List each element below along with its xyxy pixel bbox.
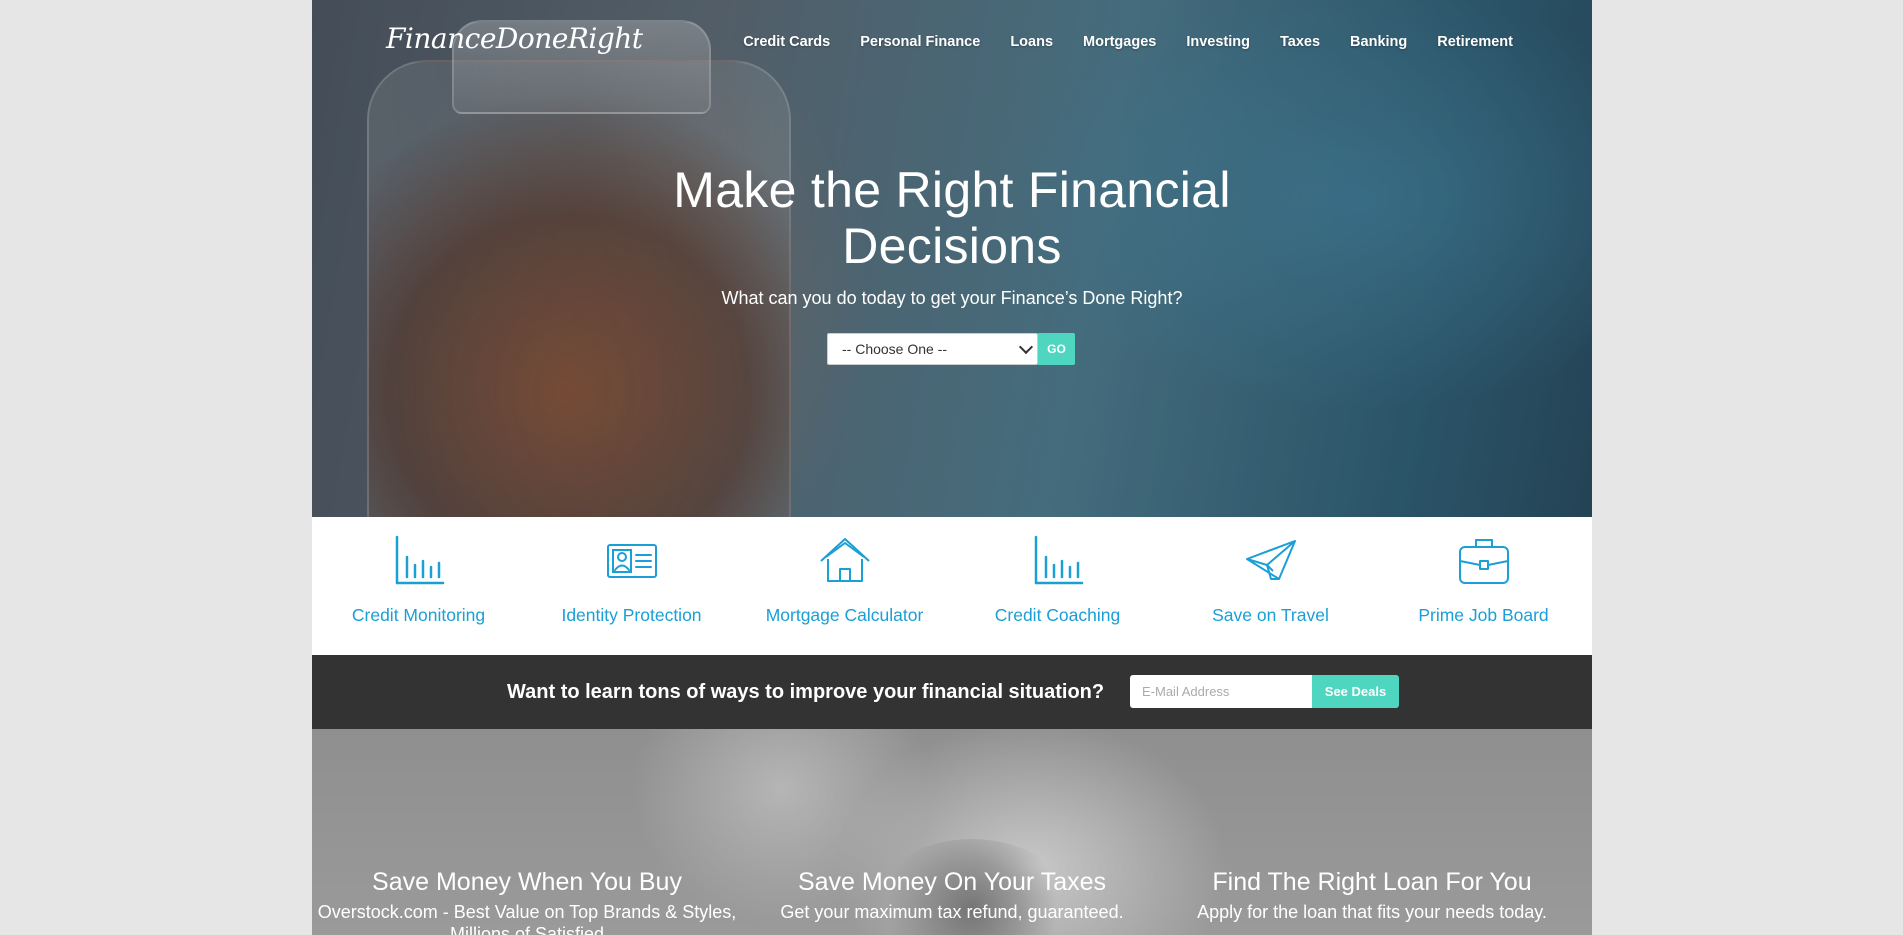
feature-label: Credit Monitoring (351, 605, 486, 625)
goal-select[interactable]: -- Choose One -- (827, 333, 1038, 365)
feature-label: Save on Travel (1212, 605, 1329, 625)
nav-item-retirement[interactable]: Retirement (1422, 34, 1528, 50)
id-card-icon (607, 544, 657, 578)
feature-label: Identity Protection (561, 605, 702, 625)
nav-item-banking[interactable]: Banking (1335, 34, 1422, 50)
site-logo[interactable]: FinanceDoneRight (386, 22, 643, 55)
promos-section: Save Money When You Buy Overstock.com - … (312, 729, 1592, 935)
promo-save-when-you-buy: Save Money When You Buy Overstock.com - … (317, 867, 737, 935)
feature-mortgage-calculator[interactable]: Mortgage Calculator (738, 517, 951, 655)
hero-section: FinanceDoneRight Credit Cards Personal F… (312, 0, 1592, 517)
nav-item-mortgages[interactable]: Mortgages (1068, 34, 1171, 50)
house-icon (820, 538, 870, 582)
promo-title[interactable]: Save Money When You Buy (317, 867, 737, 897)
promo-find-right-loan: Find The Right Loan For You Apply for th… (1162, 867, 1582, 923)
paper-plane-icon (1246, 540, 1296, 580)
feature-credit-coaching[interactable]: Credit Coaching (951, 517, 1164, 655)
nav-item-taxes[interactable]: Taxes (1265, 34, 1335, 50)
feature-label: Credit Coaching (994, 605, 1121, 625)
nav-item-personal-finance[interactable]: Personal Finance (845, 34, 995, 50)
promo-text: Overstock.com - Best Value on Top Brands… (317, 902, 737, 935)
nav-item-loans[interactable]: Loans (995, 34, 1068, 50)
page: FinanceDoneRight Credit Cards Personal F… (312, 0, 1592, 935)
nav-item-credit-cards[interactable]: Credit Cards (728, 34, 845, 50)
see-deals-button[interactable]: See Deals (1312, 675, 1399, 708)
hero-subtitle: What can you do today to get your Financ… (721, 288, 1183, 308)
hero-title: Make the Right Financial Decisions (673, 162, 1231, 274)
chevron-down-icon (1018, 339, 1034, 355)
feature-label: Mortgage Calculator (765, 605, 924, 625)
promo-title[interactable]: Find The Right Loan For You (1162, 867, 1582, 897)
feature-label: Prime Job Board (1418, 605, 1549, 625)
bar-chart-icon (395, 535, 445, 585)
newsletter-band: Want to learn tons of ways to improve yo… (312, 655, 1592, 730)
promo-text: Apply for the loan that fits your needs … (1197, 902, 1547, 922)
features-row: Credit Monitoring Identity Protection Mo… (312, 517, 1592, 655)
promo-text: Get your maximum tax refund, guaranteed. (780, 902, 1124, 922)
nav-item-investing[interactable]: Investing (1171, 34, 1265, 50)
promo-title[interactable]: Save Money On Your Taxes (742, 867, 1162, 897)
hero-goal-form: -- Choose One -- GO (827, 333, 1075, 365)
main-nav: Credit Cards Personal Finance Loans Mort… (728, 34, 1528, 50)
goal-select-value: -- Choose One -- (842, 341, 948, 357)
feature-save-on-travel[interactable]: Save on Travel (1164, 517, 1377, 655)
briefcase-icon (1459, 539, 1509, 584)
bar-chart-icon (1034, 535, 1084, 585)
feature-credit-monitoring[interactable]: Credit Monitoring (312, 517, 525, 655)
feature-prime-job-board[interactable]: Prime Job Board (1377, 517, 1590, 655)
feature-identity-protection[interactable]: Identity Protection (525, 517, 738, 655)
email-field[interactable]: E-Mail Address (1130, 675, 1312, 708)
promo-save-on-taxes: Save Money On Your Taxes Get your maximu… (742, 867, 1162, 923)
go-button[interactable]: GO (1038, 333, 1075, 365)
